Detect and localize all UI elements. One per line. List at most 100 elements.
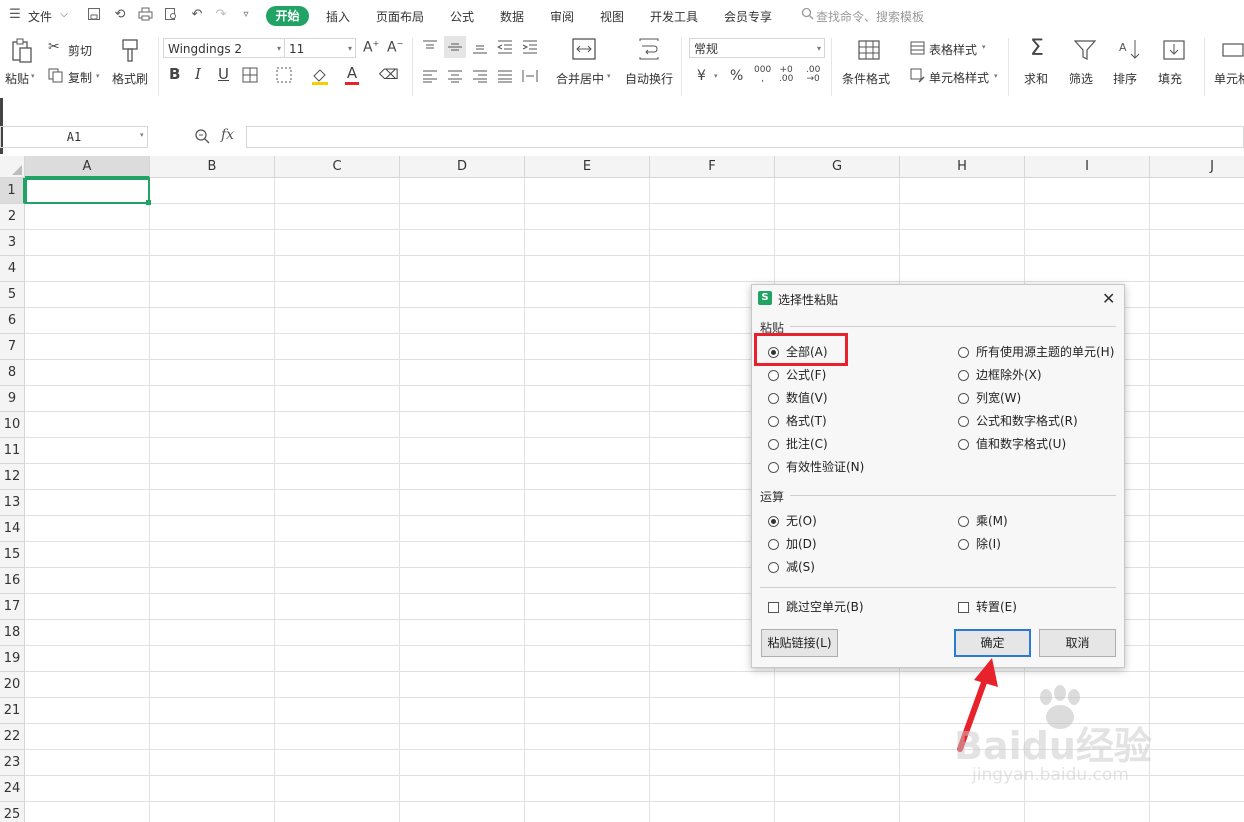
italic-button[interactable]: I <box>195 67 201 82</box>
fill-color-icon[interactable] <box>311 67 329 87</box>
table-style-button[interactable]: 表格样式 <box>929 41 977 58</box>
row-header[interactable]: 21 <box>0 698 25 724</box>
row-header[interactable]: 8 <box>0 360 25 386</box>
row-header[interactable]: 9 <box>0 386 25 412</box>
cell-button[interactable]: 单元格 <box>1214 70 1244 87</box>
column-header[interactable]: H <box>900 156 1025 178</box>
font-name-select[interactable]: Wingdings 2 ▾ <box>163 38 285 58</box>
paste-option-radio[interactable]: 格式(T) <box>768 413 827 429</box>
row-header[interactable]: 1 <box>0 178 25 204</box>
sort-button[interactable]: 排序 <box>1113 70 1137 87</box>
row-header[interactable]: 14 <box>0 516 25 542</box>
format-painter-icon[interactable] <box>120 38 140 64</box>
row-header[interactable]: 10 <box>0 412 25 438</box>
operation-option-radio[interactable]: 减(S) <box>768 559 815 575</box>
paste-option-radio[interactable]: 值和数字格式(U) <box>958 436 1066 452</box>
row-header[interactable]: 3 <box>0 230 25 256</box>
row-header[interactable]: 5 <box>0 282 25 308</box>
paste-option-radio[interactable]: 有效性验证(N) <box>768 459 864 475</box>
paste-option-radio[interactable]: 公式(F) <box>768 367 826 383</box>
currency-icon[interactable]: ¥ <box>697 69 706 83</box>
redo-icon[interactable]: ↷ <box>213 7 229 23</box>
paste-option-radio[interactable]: 数值(V) <box>768 390 828 406</box>
operation-option-radio[interactable]: 除(I) <box>958 536 1001 552</box>
row-header[interactable]: 6 <box>0 308 25 334</box>
column-header[interactable]: J <box>1150 156 1244 178</box>
row-header[interactable]: 19 <box>0 646 25 672</box>
row-header[interactable]: 7 <box>0 334 25 360</box>
number-format-select[interactable]: 常规 ▾ <box>689 38 825 58</box>
column-header[interactable]: D <box>400 156 525 178</box>
copy-icon[interactable] <box>48 68 63 85</box>
cell-icon[interactable] <box>1222 40 1244 62</box>
column-header[interactable]: I <box>1025 156 1150 178</box>
fill-handle[interactable] <box>146 200 151 205</box>
tab-formulas[interactable]: 公式 <box>450 8 474 25</box>
table-style-dropdown-icon[interactable]: ▾ <box>982 43 986 51</box>
formula-input[interactable] <box>246 126 1244 148</box>
row-header[interactable]: 11 <box>0 438 25 464</box>
skip-blanks-checkbox[interactable]: 跳过空单元(B) <box>768 599 864 615</box>
currency-dropdown-icon[interactable]: ▾ <box>714 72 718 80</box>
copy-button[interactable]: 复制 <box>68 69 92 86</box>
operation-option-radio[interactable]: 乘(M) <box>958 513 1008 529</box>
tab-review[interactable]: 审阅 <box>550 8 574 25</box>
tab-view[interactable]: 视图 <box>600 8 624 25</box>
conditional-format-icon[interactable] <box>858 40 880 62</box>
tab-member[interactable]: 会员专享 <box>724 8 772 25</box>
font-size-select[interactable]: 11 ▾ <box>284 38 356 58</box>
conditional-format-button[interactable]: 条件格式 <box>842 70 890 87</box>
scissors-icon[interactable]: ✂ <box>48 40 60 54</box>
filter-button[interactable]: 筛选 <box>1069 70 1093 87</box>
print-preview-icon[interactable] <box>163 7 179 23</box>
paste-dropdown-icon[interactable]: ▾ <box>31 72 35 80</box>
cut-button[interactable]: 剪切 <box>68 42 92 59</box>
fx-icon[interactable]: fx <box>221 127 234 143</box>
paste-button[interactable]: 粘贴 <box>5 70 29 87</box>
align-middle-icon[interactable] <box>444 36 466 58</box>
wrap-text-icon[interactable] <box>637 38 661 62</box>
paste-option-radio[interactable]: 列宽(W) <box>958 390 1021 406</box>
row-header[interactable]: 2 <box>0 204 25 230</box>
paste-option-radio[interactable]: 所有使用源主题的单元(H) <box>958 344 1114 360</box>
paste-option-radio[interactable]: 公式和数字格式(R) <box>958 413 1078 429</box>
merge-center-icon[interactable] <box>572 38 596 62</box>
thousands-separator-icon[interactable]: 000, <box>754 66 771 84</box>
column-header[interactable]: C <box>275 156 400 178</box>
align-right-icon[interactable] <box>472 69 488 85</box>
sum-icon[interactable]: Σ <box>1030 38 1044 60</box>
align-center-icon[interactable] <box>447 69 463 85</box>
cancel-button[interactable]: 取消 <box>1039 629 1116 657</box>
row-header[interactable]: 18 <box>0 620 25 646</box>
customize-dropdown-icon[interactable]: ▿ <box>238 7 254 23</box>
copy-dropdown-icon[interactable]: ▾ <box>96 72 100 80</box>
bold-button[interactable]: B <box>169 67 180 82</box>
border-icon[interactable] <box>242 67 258 85</box>
chevron-down-icon[interactable]: ⌵ <box>56 7 72 23</box>
fill-icon[interactable] <box>1163 40 1185 62</box>
row-header[interactable]: 24 <box>0 776 25 802</box>
eraser-icon[interactable]: ⌫ <box>379 68 399 82</box>
paste-link-button[interactable]: 粘贴链接(L) <box>761 629 838 657</box>
column-header[interactable]: G <box>775 156 900 178</box>
sort-icon[interactable]: A <box>1118 38 1142 62</box>
row-header[interactable]: 12 <box>0 464 25 490</box>
ok-button[interactable]: 确定 <box>954 629 1031 657</box>
decrease-decimal-icon[interactable]: .00 →0 <box>806 66 820 84</box>
table-style-icon[interactable] <box>910 41 925 57</box>
select-all-corner[interactable] <box>0 156 25 178</box>
menu-file[interactable]: 文件 <box>28 8 52 25</box>
tab-insert[interactable]: 插入 <box>326 8 350 25</box>
row-header[interactable]: 13 <box>0 490 25 516</box>
search-input[interactable]: 查找命令、搜索模板 <box>816 8 924 25</box>
tab-developer[interactable]: 开发工具 <box>650 8 698 25</box>
row-header[interactable]: 22 <box>0 724 25 750</box>
name-box[interactable]: A1 <box>0 126 148 148</box>
column-header[interactable]: B <box>150 156 275 178</box>
row-header[interactable]: 15 <box>0 542 25 568</box>
column-header[interactable]: A <box>25 156 150 178</box>
underline-button[interactable]: U <box>218 67 229 82</box>
fill-pattern-icon[interactable] <box>276 67 292 85</box>
column-header[interactable]: F <box>650 156 775 178</box>
percent-icon[interactable]: % <box>730 69 743 83</box>
